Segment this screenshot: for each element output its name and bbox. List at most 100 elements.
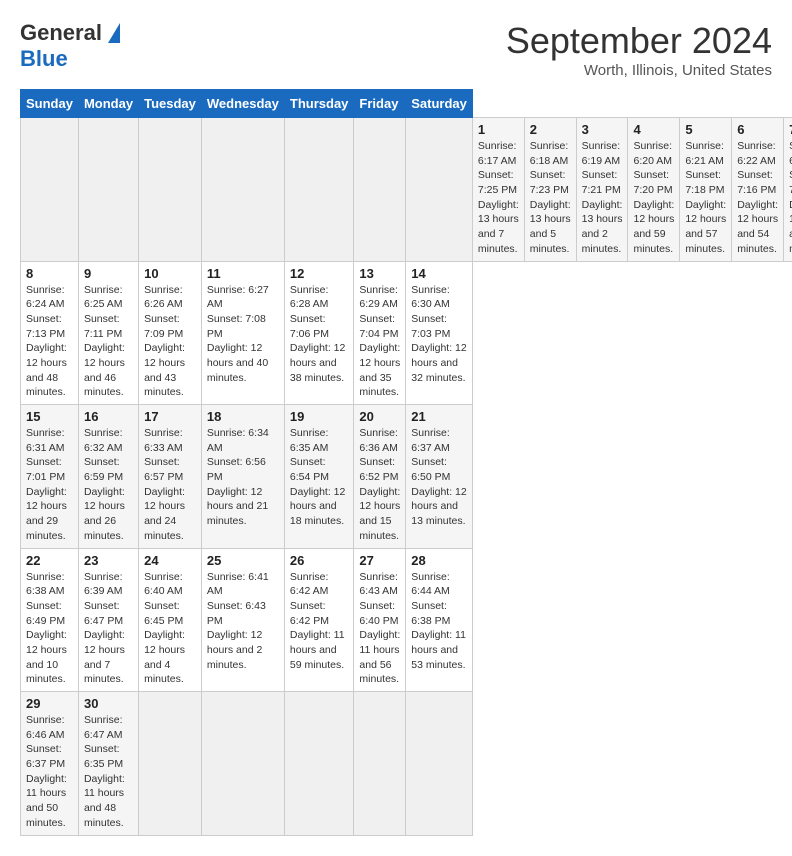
day-number: 29 — [26, 696, 73, 711]
calendar-cell — [21, 118, 79, 262]
calendar-cell: 23 Sunrise: 6:39 AM Sunset: 6:47 PM Dayl… — [78, 548, 138, 692]
month-title: September 2024 — [506, 20, 772, 62]
day-info: Sunrise: 6:37 AM Sunset: 6:50 PM Dayligh… — [411, 426, 467, 529]
day-number: 26 — [290, 553, 349, 568]
sunset: Sunset: 6:47 PM — [84, 600, 123, 627]
daylight: Daylight: 11 hours and 59 minutes. — [290, 629, 345, 670]
daylight: Daylight: 12 hours and 29 minutes. — [26, 486, 67, 542]
day-number: 9 — [84, 266, 133, 281]
sunrise: Sunrise: 6:47 AM — [84, 714, 123, 741]
sunrise: Sunrise: 6:39 AM — [84, 571, 123, 598]
day-info: Sunrise: 6:39 AM Sunset: 6:47 PM Dayligh… — [84, 570, 133, 688]
calendar-cell: 28 Sunrise: 6:44 AM Sunset: 6:38 PM Dayl… — [406, 548, 473, 692]
sunrise: Sunrise: 6:26 AM — [144, 284, 183, 311]
day-info: Sunrise: 6:25 AM Sunset: 7:11 PM Dayligh… — [84, 283, 133, 401]
sunrise: Sunrise: 6:43 AM — [359, 571, 398, 598]
day-info: Sunrise: 6:47 AM Sunset: 6:35 PM Dayligh… — [84, 713, 133, 831]
calendar-week-row: 29 Sunrise: 6:46 AM Sunset: 6:37 PM Dayl… — [21, 692, 792, 836]
logo-blue-text: Blue — [20, 46, 68, 72]
sunrise: Sunrise: 6:36 AM — [359, 427, 398, 454]
day-number: 14 — [411, 266, 467, 281]
day-number: 27 — [359, 553, 400, 568]
calendar-cell — [201, 692, 284, 836]
sunrise: Sunrise: 6:32 AM — [84, 427, 123, 454]
daylight: Daylight: 12 hours and 4 minutes. — [144, 629, 185, 685]
day-info: Sunrise: 6:35 AM Sunset: 6:54 PM Dayligh… — [290, 426, 349, 529]
calendar-header-tuesday: Tuesday — [139, 90, 202, 118]
day-info: Sunrise: 6:36 AM Sunset: 6:52 PM Dayligh… — [359, 426, 400, 544]
calendar-cell: 1 Sunrise: 6:17 AM Sunset: 7:25 PM Dayli… — [472, 118, 524, 262]
daylight: Daylight: 12 hours and 21 minutes. — [207, 486, 268, 527]
day-info: Sunrise: 6:30 AM Sunset: 7:03 PM Dayligh… — [411, 283, 467, 386]
day-number: 13 — [359, 266, 400, 281]
sunrise: Sunrise: 6:27 AM — [207, 284, 269, 311]
day-info: Sunrise: 6:24 AM Sunset: 7:13 PM Dayligh… — [26, 283, 73, 401]
sunrise: Sunrise: 6:46 AM — [26, 714, 65, 741]
sunset: Sunset: 7:01 PM — [26, 456, 65, 483]
day-number: 15 — [26, 409, 73, 424]
logo-general-text: General — [20, 20, 102, 46]
day-info: Sunrise: 6:33 AM Sunset: 6:57 PM Dayligh… — [144, 426, 196, 544]
calendar-cell: 29 Sunrise: 6:46 AM Sunset: 6:37 PM Dayl… — [21, 692, 79, 836]
sunrise: Sunrise: 6:31 AM — [26, 427, 65, 454]
day-info: Sunrise: 6:27 AM Sunset: 7:08 PM Dayligh… — [207, 283, 279, 386]
sunrise: Sunrise: 6:40 AM — [144, 571, 183, 598]
sunset: Sunset: 7:20 PM — [633, 169, 672, 196]
daylight: Daylight: 11 hours and 56 minutes. — [359, 629, 400, 685]
day-info: Sunrise: 6:18 AM Sunset: 7:23 PM Dayligh… — [530, 139, 571, 257]
daylight: Daylight: 13 hours and 5 minutes. — [530, 199, 571, 255]
day-info: Sunrise: 6:34 AM Sunset: 6:56 PM Dayligh… — [207, 426, 279, 529]
day-info: Sunrise: 6:44 AM Sunset: 6:38 PM Dayligh… — [411, 570, 467, 673]
day-info: Sunrise: 6:43 AM Sunset: 6:40 PM Dayligh… — [359, 570, 400, 688]
sunset: Sunset: 6:35 PM — [84, 743, 123, 770]
day-number: 8 — [26, 266, 73, 281]
day-number: 4 — [633, 122, 674, 137]
calendar-cell: 9 Sunrise: 6:25 AM Sunset: 7:11 PM Dayli… — [78, 261, 138, 405]
day-number: 12 — [290, 266, 349, 281]
calendar-week-row: 15 Sunrise: 6:31 AM Sunset: 7:01 PM Dayl… — [21, 405, 792, 549]
calendar-cell: 20 Sunrise: 6:36 AM Sunset: 6:52 PM Dayl… — [354, 405, 406, 549]
daylight: Daylight: 13 hours and 7 minutes. — [478, 199, 519, 255]
day-info: Sunrise: 6:19 AM Sunset: 7:21 PM Dayligh… — [582, 139, 623, 257]
daylight: Daylight: 12 hours and 57 minutes. — [685, 199, 726, 255]
daylight: Daylight: 13 hours and 2 minutes. — [582, 199, 623, 255]
sunset: Sunset: 7:25 PM — [478, 169, 517, 196]
calendar-cell: 30 Sunrise: 6:47 AM Sunset: 6:35 PM Dayl… — [78, 692, 138, 836]
calendar-cell: 26 Sunrise: 6:42 AM Sunset: 6:42 PM Dayl… — [284, 548, 354, 692]
sunset: Sunset: 6:40 PM — [359, 600, 398, 627]
calendar-cell — [354, 692, 406, 836]
sunrise: Sunrise: 6:20 AM — [633, 140, 672, 167]
sunrise: Sunrise: 6:18 AM — [530, 140, 569, 167]
day-number: 6 — [737, 122, 778, 137]
daylight: Daylight: 12 hours and 48 minutes. — [26, 342, 67, 398]
title-area: September 2024 Worth, Illinois, United S… — [506, 20, 772, 79]
sunset: Sunset: 6:52 PM — [359, 456, 398, 483]
calendar-cell — [201, 118, 284, 262]
calendar-cell: 4 Sunrise: 6:20 AM Sunset: 7:20 PM Dayli… — [628, 118, 680, 262]
calendar-cell: 8 Sunrise: 6:24 AM Sunset: 7:13 PM Dayli… — [21, 261, 79, 405]
calendar-cell — [284, 118, 354, 262]
sunset: Sunset: 6:42 PM — [290, 600, 329, 627]
daylight: Daylight: 12 hours and 40 minutes. — [207, 342, 268, 383]
calendar-cell: 15 Sunrise: 6:31 AM Sunset: 7:01 PM Dayl… — [21, 405, 79, 549]
sunset: Sunset: 6:56 PM — [207, 456, 266, 483]
calendar-cell — [139, 692, 202, 836]
day-info: Sunrise: 6:22 AM Sunset: 7:16 PM Dayligh… — [737, 139, 778, 257]
daylight: Daylight: 11 hours and 50 minutes. — [26, 773, 67, 829]
day-info: Sunrise: 6:26 AM Sunset: 7:09 PM Dayligh… — [144, 283, 196, 401]
day-number: 23 — [84, 553, 133, 568]
sunrise: Sunrise: 6:22 AM — [737, 140, 776, 167]
calendar-cell: 2 Sunrise: 6:18 AM Sunset: 7:23 PM Dayli… — [524, 118, 576, 262]
daylight: Daylight: 12 hours and 54 minutes. — [737, 199, 778, 255]
calendar-cell: 27 Sunrise: 6:43 AM Sunset: 6:40 PM Dayl… — [354, 548, 406, 692]
sunrise: Sunrise: 6:29 AM — [359, 284, 398, 311]
sunrise: Sunrise: 6:34 AM — [207, 427, 269, 454]
calendar-cell: 17 Sunrise: 6:33 AM Sunset: 6:57 PM Dayl… — [139, 405, 202, 549]
calendar-cell — [354, 118, 406, 262]
day-number: 1 — [478, 122, 519, 137]
daylight: Daylight: 12 hours and 38 minutes. — [290, 342, 345, 383]
calendar-cell — [406, 692, 473, 836]
day-info: Sunrise: 6:42 AM Sunset: 6:42 PM Dayligh… — [290, 570, 349, 673]
sunset: Sunset: 6:59 PM — [84, 456, 123, 483]
daylight: Daylight: 12 hours and 13 minutes. — [411, 486, 466, 527]
